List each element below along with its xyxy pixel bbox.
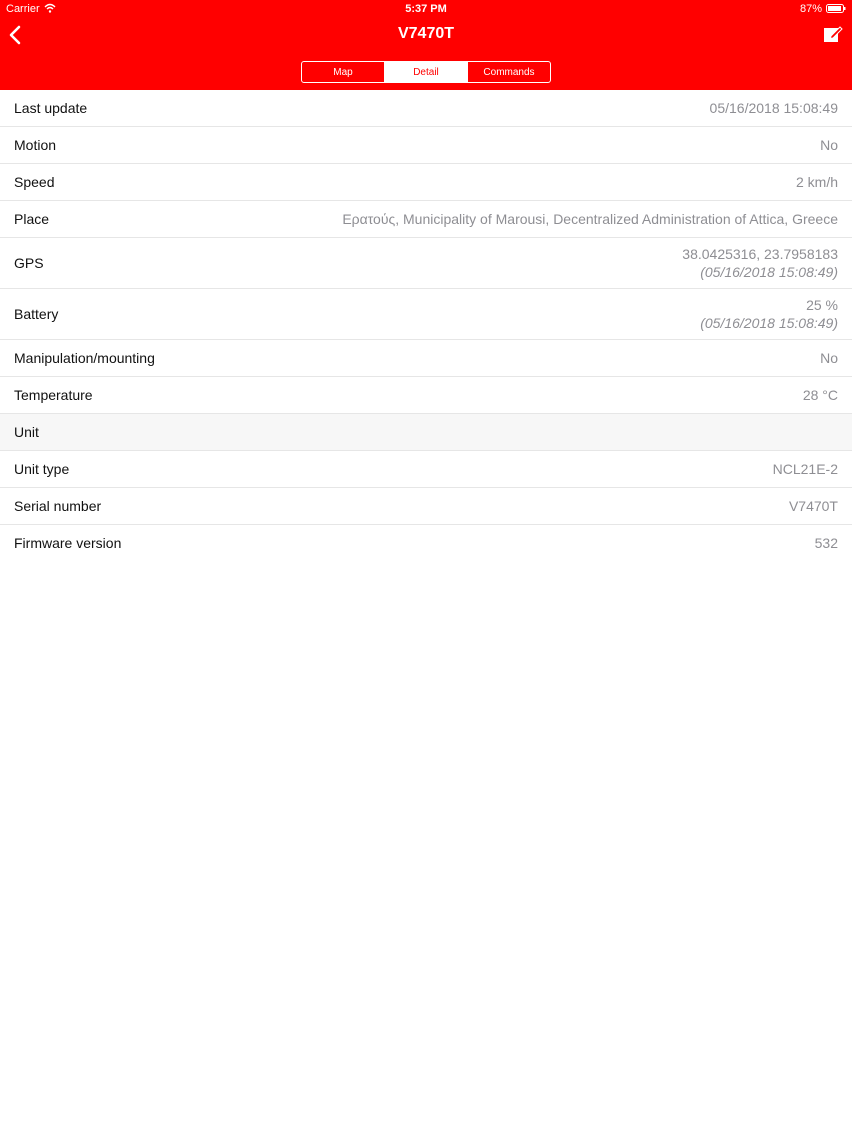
row-value: 05/16/2018 15:08:49 <box>709 100 838 116</box>
status-time: 5:37 PM <box>405 3 447 15</box>
row-label: Serial number <box>14 498 102 514</box>
section-header-unit: Unit <box>0 414 852 451</box>
row-firmware-version: Firmware version 532 <box>0 525 852 561</box>
tab-commands[interactable]: Commands <box>468 62 550 82</box>
row-value: 25 % (05/16/2018 15:08:49) <box>700 296 838 332</box>
row-last-update: Last update 05/16/2018 15:08:49 <box>0 90 852 127</box>
row-place: Place Ερατούς, Municipality of Marousi, … <box>0 201 852 238</box>
row-label: GPS <box>14 255 44 271</box>
battery-level: 25 % <box>806 297 838 313</box>
row-label: Speed <box>14 174 55 190</box>
row-label: Unit type <box>14 461 70 477</box>
row-value: V7470T <box>788 498 838 514</box>
battery-timestamp: (05/16/2018 15:08:49) <box>700 315 838 331</box>
row-value: No <box>820 137 838 153</box>
page-title: V7470T <box>397 25 455 42</box>
row-value: NCL21E-2 <box>772 461 838 477</box>
battery-percentage: 87% <box>799 3 822 15</box>
row-speed: Speed 2 km/h <box>0 164 852 201</box>
row-label: Battery <box>14 306 59 322</box>
edit-icon <box>824 26 843 42</box>
view-segmented-control: Map Detail Commands <box>301 61 551 83</box>
gps-coordinates: 38.0425316, 23.7958183 <box>682 246 838 262</box>
row-label: Motion <box>14 137 57 153</box>
status-bar: Carrier 5:37 PM 87% <box>0 0 852 18</box>
row-unit-type: Unit type NCL21E-2 <box>0 451 852 488</box>
navigation-bar: Carrier 5:37 PM 87% V7470T Map Detail Co… <box>0 0 852 90</box>
row-gps: GPS 38.0425316, 23.7958183 (05/16/2018 1… <box>0 238 852 289</box>
row-manipulation: Manipulation/mounting No <box>0 340 852 377</box>
row-value: No <box>820 350 838 366</box>
row-value: Ερατούς, Municipality of Marousi, Decent… <box>342 211 838 227</box>
row-label: Place <box>14 211 50 227</box>
row-label: Firmware version <box>14 535 122 551</box>
tab-detail[interactable]: Detail <box>385 62 468 82</box>
detail-list: Last update 05/16/2018 15:08:49 Motion N… <box>0 90 852 561</box>
row-value: 2 km/h <box>795 174 838 190</box>
row-value: 532 <box>814 535 838 551</box>
edit-button[interactable] <box>822 23 844 45</box>
battery-icon <box>826 4 846 13</box>
row-label: Last update <box>14 100 88 116</box>
row-value: 28 °C <box>802 387 838 403</box>
row-label: Temperature <box>14 387 93 403</box>
gps-timestamp: (05/16/2018 15:08:49) <box>700 264 838 280</box>
row-value: 38.0425316, 23.7958183 (05/16/2018 15:08… <box>682 245 838 281</box>
row-serial-number: Serial number V7470T <box>0 488 852 525</box>
row-motion: Motion No <box>0 127 852 164</box>
row-battery: Battery 25 % (05/16/2018 15:08:49) <box>0 289 852 340</box>
row-label: Manipulation/mounting <box>14 350 155 366</box>
tab-map[interactable]: Map <box>302 62 385 82</box>
row-temperature: Temperature 28 °C <box>0 377 852 414</box>
